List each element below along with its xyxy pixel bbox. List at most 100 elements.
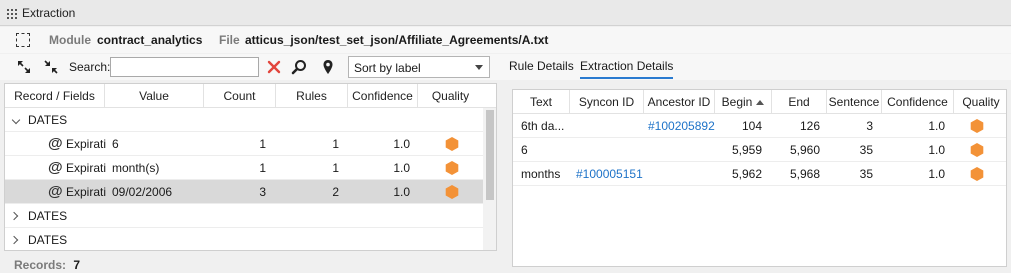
records-table-header: Record / Fields Value Count Rules Confid… xyxy=(5,84,496,108)
begin-value: 5,962 xyxy=(731,167,762,181)
col-text[interactable]: Text xyxy=(513,90,570,114)
table-row[interactable]: months #100005151 5,962 5,968 35 1.0 xyxy=(513,162,1006,186)
search-icon[interactable] xyxy=(291,59,307,75)
scrollbar-thumb[interactable] xyxy=(486,110,494,200)
extraction-text: 6th da... xyxy=(521,119,565,133)
begin-value: 5,959 xyxy=(731,143,762,157)
field-label: Expirati xyxy=(66,137,106,151)
extraction-text: months xyxy=(521,167,561,181)
col-confidence[interactable]: Confidence xyxy=(882,90,954,114)
field-count: 3 xyxy=(259,185,266,199)
sort-dropdown-value: Sort by label xyxy=(354,61,421,75)
col-confidence[interactable]: Confidence xyxy=(348,84,418,108)
sentence-value: 3 xyxy=(866,119,873,133)
tab-rule-details[interactable]: Rule Details xyxy=(509,59,574,79)
col-end[interactable]: End xyxy=(772,90,827,114)
records-label: Records: xyxy=(14,258,67,272)
tab-extraction-details[interactable]: Extraction Details xyxy=(580,59,674,79)
syncon-id-link[interactable]: #100005151 xyxy=(576,162,643,186)
col-begin[interactable]: Begin xyxy=(715,90,772,114)
begin-value: 104 xyxy=(741,119,762,133)
end-value: 126 xyxy=(799,119,820,133)
records-status: Records: 7 xyxy=(14,258,80,272)
confidence-value: 1.0 xyxy=(928,143,945,157)
field-count: 1 xyxy=(259,161,266,175)
window-titlebar: Extraction xyxy=(0,0,1011,26)
field-confidence: 1.0 xyxy=(393,137,410,151)
table-row[interactable]: DATES xyxy=(5,204,483,228)
expand-arrows-icon[interactable] xyxy=(16,59,32,75)
extraction-table-header: Text Syncon ID Ancestor ID Begin End Sen… xyxy=(513,90,1006,114)
left-toolbar: Search: Sort by label xyxy=(0,54,500,80)
table-row[interactable]: 6th da... #100205892 104 126 3 1.0 xyxy=(513,114,1006,138)
col-begin-label: Begin xyxy=(721,95,753,109)
extraction-text: 6 xyxy=(521,143,528,157)
field-value: 09/02/2006 xyxy=(112,185,173,199)
chevron-down-icon xyxy=(475,65,483,70)
clear-icon[interactable] xyxy=(266,59,282,75)
records-count: 7 xyxy=(73,258,81,272)
col-ancestor-id[interactable]: Ancestor ID xyxy=(644,90,715,114)
extraction-details-table: Text Syncon ID Ancestor ID Begin End Sen… xyxy=(512,89,1007,267)
col-rules[interactable]: Rules xyxy=(276,84,348,108)
chevron-right-icon[interactable] xyxy=(9,211,19,221)
table-row[interactable]: DATES xyxy=(5,228,483,250)
field-label: Expirati xyxy=(66,161,106,175)
sentence-value: 35 xyxy=(859,143,873,157)
col-quality[interactable]: Quality xyxy=(954,90,1006,114)
sort-dropdown[interactable]: Sort by label xyxy=(348,56,490,78)
selection-icon[interactable] xyxy=(16,33,30,47)
search-label: Search: xyxy=(69,60,111,74)
field-rules: 1 xyxy=(332,137,339,151)
col-value[interactable]: Value xyxy=(105,84,204,108)
group-label: DATES xyxy=(28,113,68,127)
ancestor-id-link[interactable]: #100205892 xyxy=(648,114,715,138)
quality-hex-icon xyxy=(970,143,984,157)
field-value: month(s) xyxy=(112,161,160,175)
table-row[interactable]: DATES xyxy=(5,108,483,132)
quality-hex-icon xyxy=(445,137,459,151)
field-rules: 2 xyxy=(332,185,339,199)
table-row[interactable]: @ Expirati 6 1 1 1.0 xyxy=(5,132,483,156)
module-label: Module xyxy=(49,33,91,47)
table-row[interactable]: 6 5,959 5,960 35 1.0 xyxy=(513,138,1006,162)
confidence-value: 1.0 xyxy=(928,167,945,181)
chevron-down-icon[interactable] xyxy=(11,115,21,125)
col-quality[interactable]: Quality xyxy=(418,84,483,108)
vertical-scrollbar[interactable] xyxy=(483,108,496,250)
quality-hex-icon xyxy=(445,185,459,199)
location-pin-icon[interactable] xyxy=(320,59,336,75)
chevron-right-icon[interactable] xyxy=(9,235,19,245)
sort-ascending-icon xyxy=(756,100,765,106)
col-syncon-id[interactable]: Syncon ID xyxy=(570,90,644,114)
file-value: atticus_json/test_set_json/Affiliate_Agr… xyxy=(245,33,549,47)
field-rules: 1 xyxy=(332,161,339,175)
table-row-selected[interactable]: @ Expirati 09/02/2006 3 2 1.0 xyxy=(5,180,483,204)
field-confidence: 1.0 xyxy=(393,185,410,199)
collapse-arrows-icon[interactable] xyxy=(43,59,59,75)
field-count: 1 xyxy=(259,137,266,151)
quality-hex-icon xyxy=(445,161,459,175)
file-label: File xyxy=(219,33,240,47)
sentence-value: 35 xyxy=(859,167,873,181)
search-input[interactable] xyxy=(110,57,259,77)
at-icon: @ xyxy=(48,183,63,200)
info-bar: Module contract_analytics File atticus_j… xyxy=(0,27,1011,53)
table-row[interactable]: @ Expirati month(s) 1 1 1.0 xyxy=(5,156,483,180)
quality-hex-icon xyxy=(970,167,984,181)
group-label: DATES xyxy=(28,233,68,247)
field-confidence: 1.0 xyxy=(393,161,410,175)
details-tabs: Rule Details Extraction Details xyxy=(500,54,1011,80)
field-label: Expirati xyxy=(66,185,106,199)
at-icon: @ xyxy=(48,159,63,176)
records-table: Record / Fields Value Count Rules Confid… xyxy=(4,83,497,251)
at-icon: @ xyxy=(48,135,63,152)
module-value: contract_analytics xyxy=(97,33,203,47)
col-sentence[interactable]: Sentence xyxy=(827,90,882,114)
end-value: 5,968 xyxy=(789,167,820,181)
grip-icon[interactable] xyxy=(7,9,17,19)
col-record-fields[interactable]: Record / Fields xyxy=(5,84,105,108)
col-count[interactable]: Count xyxy=(204,84,276,108)
quality-hex-icon xyxy=(970,119,984,133)
end-value: 5,960 xyxy=(789,143,820,157)
